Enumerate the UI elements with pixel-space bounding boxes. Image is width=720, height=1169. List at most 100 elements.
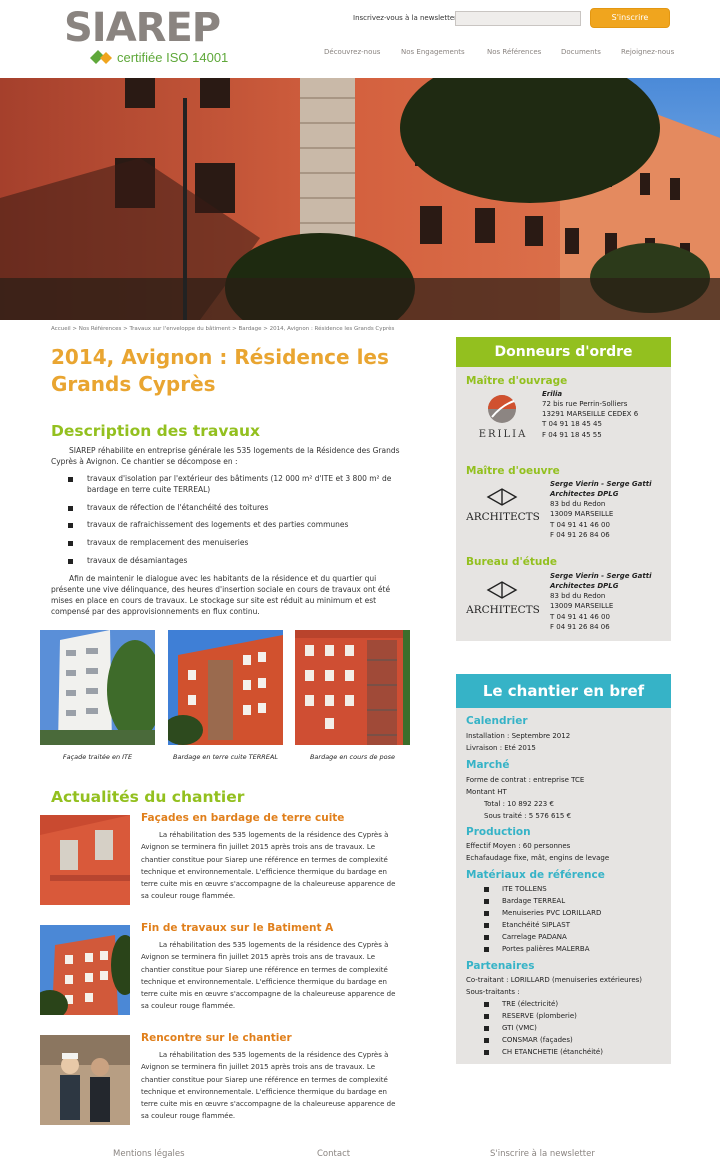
contact-line: 13009 MARSEILLE: [550, 510, 614, 519]
maitre-oeuvre-contact: Serge Vierin - Serge Gatti Architectes D…: [550, 479, 652, 540]
contact-name: Serge Vierin - Serge Gatti: [550, 572, 652, 580]
market-subcontracted: Sous traité : 5 576 615 €: [484, 812, 572, 820]
list-item: travaux de rafraichissement des logement…: [51, 520, 406, 531]
footer-contact[interactable]: Contact: [317, 1148, 350, 1160]
market-title: Marché: [466, 759, 510, 771]
news-heading: Actualités du chantier: [51, 788, 245, 806]
donneurs-ordre-heading: Donneurs d'ordre: [456, 337, 671, 367]
photo-caption: Bardage en terre cuite TERREAL: [173, 753, 278, 761]
siarep-logo[interactable]: SIAREP certifiée ISO 14001: [64, 5, 239, 68]
list-item: travaux de désamiantages: [51, 556, 406, 567]
newsletter-subscribe-button[interactable]: S'inscrire: [590, 8, 670, 28]
news-title[interactable]: Façades en bardage de terre cuite: [141, 811, 344, 826]
news-text: La réhabilitation des 535 logements de l…: [141, 831, 396, 901]
contact-line: 13009 MARSEILLE: [550, 602, 614, 611]
donneurs-ordre-box: Donneurs d'ordre Maître d'ouvrage ERILIA…: [456, 337, 671, 641]
news-thumbnail[interactable]: [40, 815, 130, 905]
maitre-ouvrage-title: Maître d'ouvrage: [466, 375, 568, 387]
logo-wordmark: SIAREP: [64, 5, 221, 51]
photo-facade-ite[interactable]: [40, 630, 155, 745]
architects-logo-text: ARCHITECTS: [465, 604, 540, 616]
erilia-logo: ERILIA: [464, 393, 542, 441]
contact-fax: F 04 91 26 84 06: [550, 622, 610, 631]
list-item: CONSMAR (façades): [484, 1036, 573, 1044]
partners-line: Co-traitant : LORILLARD (menuiseries ext…: [466, 976, 643, 984]
production-line: Echafaudage fixe, mât, engins de levage: [466, 854, 610, 862]
maitre-oeuvre-title: Maître d'oeuvre: [466, 465, 560, 477]
breadcrumb-travaux[interactable]: Travaux sur l'enveloppe du bâtiment: [130, 326, 231, 332]
erilia-logo-text: ERILIA: [479, 429, 528, 440]
breadcrumb-separator: >: [230, 326, 239, 332]
list-item: GTI (VMC): [484, 1024, 537, 1032]
hero-building-photo: [0, 78, 720, 320]
list-item: Menuiseries PVC LORILLARD: [483, 909, 602, 917]
news-item: Fin de travaux sur le Batiment A La réha…: [40, 922, 400, 1017]
breadcrumb-accueil[interactable]: Accueil: [51, 326, 71, 332]
architects-logo-text: ARCHITECTS: [465, 511, 540, 523]
partners-title: Partenaires: [466, 960, 535, 972]
site-header: SIAREP certifiée ISO 14001 Inscrivez-vou…: [0, 0, 720, 78]
list-item: CH ETANCHETIE (étanchéité): [484, 1048, 603, 1056]
calendar-line: Installation : Septembre 2012: [466, 732, 571, 740]
footer-mentions-legales[interactable]: Mentions légales: [113, 1148, 185, 1160]
photo-bardage-pose[interactable]: [295, 630, 410, 745]
news-text: La réhabilitation des 535 logements de l…: [141, 941, 396, 1011]
contact-title: Architectes DPLG: [550, 582, 619, 591]
bureau-etude-contact: Serge Vierin - Serge Gatti Architectes D…: [550, 571, 652, 632]
calendar-title: Calendrier: [466, 715, 528, 727]
photo-caption: Bardage en cours de pose: [309, 753, 396, 761]
list-item: Bardage TERREAL: [483, 897, 566, 905]
architects-logo: ARCHITECTS: [464, 487, 542, 535]
nav-documents[interactable]: Documents: [561, 47, 601, 57]
nav-decouvrez-nous[interactable]: Découvrez-nous: [324, 47, 380, 57]
contact-fax: F 04 91 26 84 06: [550, 530, 610, 539]
contact-phone: T 04 91 41 46 00: [550, 520, 610, 529]
list-item: TRE (électricité): [483, 1000, 559, 1008]
list-item: ITE TOLLENS: [484, 885, 547, 893]
main-nav: Découvrez-nous Nos Engagements Nos Référ…: [0, 47, 720, 59]
contact-title: Architectes DPLG: [550, 490, 619, 499]
description-outro: Afin de maintenir le dialogue avec les h…: [51, 574, 391, 616]
news-thumbnail[interactable]: [40, 1035, 130, 1125]
maitre-ouvrage-contact: Erilia 72 bis rue Perrin-Solliers 13291 …: [542, 389, 638, 440]
news-thumbnail[interactable]: [40, 925, 130, 1015]
news-item: Façades en bardage de terre cuite La réh…: [40, 812, 400, 907]
nav-rejoignez-nous[interactable]: Rejoignez-nous: [621, 47, 674, 57]
calendar-line: Livraison : Eté 2015: [466, 744, 536, 752]
partners-line: Sous-traitants :: [466, 988, 520, 996]
newsletter-label: Inscrivez-vous à la newsletter: [353, 14, 458, 22]
list-item: RESERVE (plomberie): [484, 1012, 577, 1020]
description-intro: SIAREP réhabilite en entreprise générale…: [51, 446, 400, 466]
market-total: Total : 10 892 223 €: [484, 800, 554, 808]
nav-nos-references[interactable]: Nos Références: [487, 47, 541, 57]
contact-line: 83 bd du Redon: [550, 592, 606, 601]
list-item: Carrelage PADANA: [484, 933, 567, 941]
list-item: Etanchéité SIPLAST: [483, 921, 571, 929]
list-item: travaux de remplacement des menuiseries: [51, 538, 406, 549]
contact-phone: T 04 91 18 45 45: [542, 420, 602, 429]
breadcrumb-bardage[interactable]: Bardage: [239, 326, 262, 332]
news-item: Rencontre sur le chantier La réhabilitat…: [40, 1032, 400, 1127]
footer-newsletter[interactable]: S'inscrire à la newsletter: [490, 1148, 595, 1160]
works-list: travaux d'isolation par l'extérieur des …: [51, 474, 406, 567]
chantier-bref-box: Le chantier en bref Calendrier Installat…: [456, 674, 671, 1064]
photo-caption: Façade traitée en ITE: [62, 753, 133, 761]
breadcrumb-nos-references[interactable]: Nos Références: [79, 326, 122, 332]
main-content: 2014, Avignon : Résidence les Grands Cyp…: [51, 344, 406, 623]
photo-bardage-terreal[interactable]: [168, 630, 283, 745]
contact-line: 13291 MARSEILLE CEDEX 6: [542, 410, 639, 419]
newsletter-email-input[interactable]: [455, 11, 581, 26]
contact-line: 72 bis rue Perrin-Solliers: [542, 400, 628, 409]
bureau-etude-title: Bureau d'étude: [466, 556, 557, 568]
news-text: La réhabilitation des 535 logements de l…: [141, 1051, 396, 1121]
nav-nos-engagements[interactable]: Nos Engagements: [401, 47, 465, 57]
breadcrumb-separator: >: [121, 326, 130, 332]
contact-fax: F 04 91 18 45 55: [542, 430, 602, 439]
market-line: Montant HT: [466, 788, 507, 796]
architects-logo: ARCHITECTS: [464, 580, 542, 628]
news-title[interactable]: Fin de travaux sur le Batiment A: [141, 921, 333, 936]
news-title[interactable]: Rencontre sur le chantier: [141, 1031, 292, 1046]
photo-gallery: Façade traitée en ITE Bardage en terre c…: [40, 630, 410, 765]
breadcrumb: Accueil > Nos Références > Travaux sur l…: [51, 326, 394, 334]
breadcrumb-separator: >: [261, 326, 270, 332]
